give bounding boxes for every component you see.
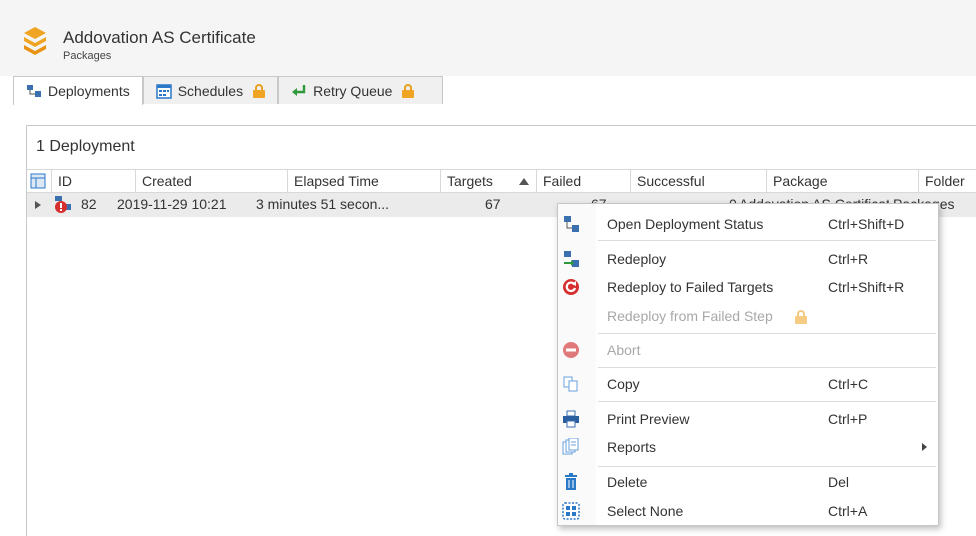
redeploy-failed-icon <box>563 279 579 295</box>
reports-icon <box>562 438 579 455</box>
menu-item-shortcut: Ctrl+P <box>828 411 868 427</box>
menu-item-label: Print Preview <box>607 411 690 427</box>
deployment-error-icon <box>55 196 71 213</box>
menu-divider <box>598 466 936 467</box>
menu-divider <box>598 401 936 402</box>
app-title: Addovation AS Certificate <box>63 28 256 47</box>
tab-schedules-label: Schedules <box>177 82 244 99</box>
menu-item-label: Redeploy <box>607 251 667 267</box>
menu-item-label: Abort <box>607 342 641 358</box>
column-chooser-icon <box>30 173 46 189</box>
column-header-targets[interactable]: Targets <box>441 170 537 193</box>
menu-item-abort[interactable]: Abort <box>558 336 938 364</box>
menu-item-label: Redeploy from Failed Step <box>607 308 773 324</box>
menu-divider <box>598 367 936 368</box>
addovation-logo-icon <box>24 27 46 55</box>
tab-bar: Deployments Schedules Retry Queue <box>13 76 444 105</box>
calendar-icon <box>155 83 172 99</box>
network-icon <box>27 85 41 97</box>
menu-item-shortcut: Del <box>828 474 850 490</box>
column-chooser-button[interactable] <box>27 170 52 193</box>
tab-deployments[interactable]: Deployments <box>13 76 143 105</box>
tab-retry-queue[interactable]: Retry Queue <box>278 76 444 104</box>
menu-item-shortcut: Ctrl+Shift+R <box>828 279 905 295</box>
tab-deployments-label: Deployments <box>48 83 130 99</box>
column-header-folder[interactable]: Folder <box>919 170 976 193</box>
row-created: 2019-11-29 10:21 <box>117 196 227 212</box>
redeploy-icon <box>564 251 579 267</box>
column-header-targets-label: Targets <box>447 173 493 189</box>
menu-item-shortcut: Ctrl+C <box>828 376 869 392</box>
sort-ascending-icon <box>519 178 529 185</box>
expand-arrow-icon[interactable] <box>35 201 41 209</box>
menu-item-label: Copy <box>607 376 640 392</box>
tab-retry-queue-label: Retry Queue <box>313 82 393 99</box>
column-header-failed[interactable]: Failed <box>537 170 631 193</box>
menu-item-select-none[interactable]: Select None Ctrl+A <box>558 497 938 525</box>
context-menu: Open Deployment Status Ctrl+Shift+D Rede… <box>557 203 939 526</box>
menu-divider <box>598 333 936 334</box>
grid-header: ID Created Elapsed Time Targets Failed S… <box>27 169 976 193</box>
menu-item-shortcut: Ctrl+R <box>828 251 869 267</box>
network-icon <box>564 216 579 232</box>
menu-item-redeploy[interactable]: Redeploy Ctrl+R <box>558 245 938 273</box>
app-header: Addovation AS Certificate Packages <box>0 0 976 76</box>
menu-item-copy[interactable]: Copy Ctrl+C <box>558 370 938 398</box>
menu-item-delete[interactable]: Delete Del <box>558 468 938 496</box>
column-header-successful[interactable]: Successful <box>631 170 767 193</box>
column-header-created[interactable]: Created <box>136 170 288 193</box>
deployment-count: 1 Deployment <box>36 138 135 155</box>
app-subtitle: Packages <box>63 50 112 62</box>
lock-icon <box>402 83 415 98</box>
menu-item-label: Delete <box>607 474 648 490</box>
menu-item-open-deployment-status[interactable]: Open Deployment Status Ctrl+Shift+D <box>558 210 938 238</box>
menu-item-label: Select None <box>607 503 684 519</box>
printer-icon <box>563 410 579 428</box>
tab-schedules[interactable]: Schedules <box>142 76 279 104</box>
menu-item-redeploy-failed-targets[interactable]: Redeploy to Failed Targets Ctrl+Shift+R <box>558 273 938 301</box>
menu-item-reports[interactable]: Reports <box>558 433 938 461</box>
row-targets: 67 <box>485 196 501 212</box>
lock-icon <box>253 83 266 98</box>
select-none-icon <box>562 502 580 520</box>
abort-icon <box>563 342 579 358</box>
menu-item-print-preview[interactable]: Print Preview Ctrl+P <box>558 405 938 433</box>
return-arrow-icon <box>292 84 306 96</box>
menu-item-shortcut: Ctrl+Shift+D <box>828 216 905 232</box>
column-header-package[interactable]: Package <box>767 170 919 193</box>
menu-item-shortcut: Ctrl+A <box>828 503 868 519</box>
column-header-elapsed-time[interactable]: Elapsed Time <box>288 170 441 193</box>
copy-icon <box>563 376 578 392</box>
lock-icon <box>795 310 807 324</box>
row-id: 82 <box>81 196 97 212</box>
row-elapsed: 3 minutes 51 secon... <box>256 196 390 212</box>
menu-item-label: Redeploy to Failed Targets <box>607 279 774 295</box>
menu-item-label: Reports <box>607 439 657 455</box>
trash-icon <box>565 473 577 490</box>
menu-divider <box>598 240 936 241</box>
menu-item-redeploy-from-failed-step[interactable]: Redeploy from Failed Step <box>558 302 938 330</box>
submenu-arrow-icon <box>922 443 927 451</box>
column-header-id[interactable]: ID <box>52 170 136 193</box>
menu-item-label: Open Deployment Status <box>607 216 764 232</box>
